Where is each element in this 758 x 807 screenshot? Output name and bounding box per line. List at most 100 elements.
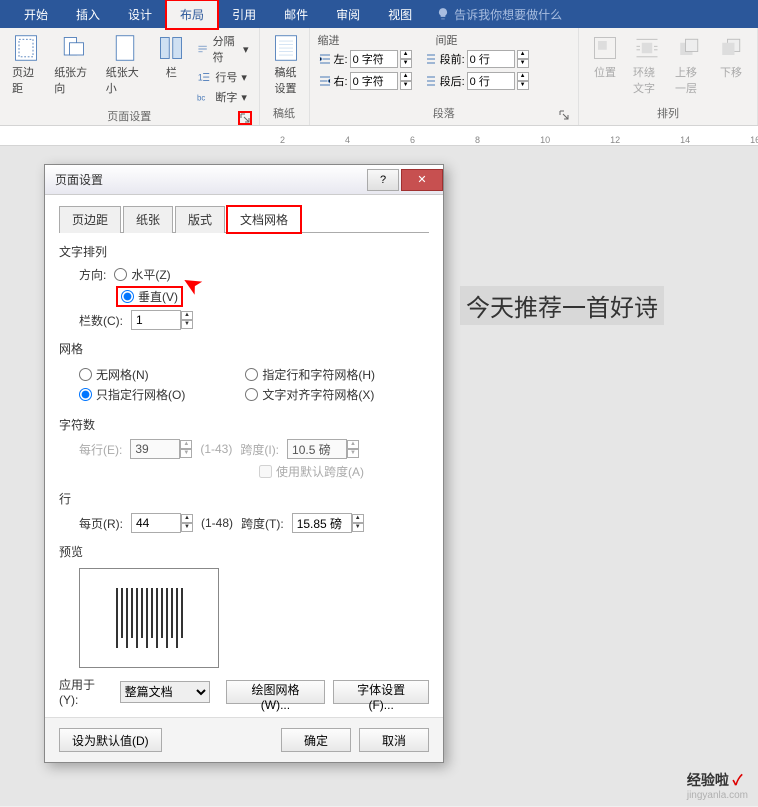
tab-references[interactable]: 引用 xyxy=(218,0,270,29)
set-default-button[interactable]: 设为默认值(D) xyxy=(59,728,162,752)
font-settings-button[interactable]: 字体设置(F)... xyxy=(333,680,429,704)
chars-per-line-label: 每行(E): xyxy=(79,441,122,458)
char-pitch-label: 跨度(I): xyxy=(240,441,279,458)
hyphenation-button[interactable]: bc断字 ▾ xyxy=(195,88,250,106)
group-label-manuscript: 稿纸 xyxy=(268,103,301,123)
lines-per-page-input[interactable] xyxy=(131,513,181,533)
indent-left-label: 左: xyxy=(334,51,348,67)
close-button[interactable]: ✕ xyxy=(401,169,443,191)
section-lines: 行 xyxy=(59,490,429,507)
tab-mail[interactable]: 邮件 xyxy=(270,0,322,29)
ribbon-tabs: 开始 插入 设计 布局 引用 邮件 审阅 视图 告诉我你想要做什么 xyxy=(0,0,758,28)
space-after-label: 段后: xyxy=(440,73,465,89)
tab-start[interactable]: 开始 xyxy=(10,0,62,29)
ruler: 24681012141618 xyxy=(0,126,758,146)
section-text-layout: 文字排列 xyxy=(59,243,429,260)
tab-review[interactable]: 审阅 xyxy=(322,0,374,29)
ribbon-body: 页边距 纸张方向 纸张大小 栏 分隔符 ▾ 1行号 ▾ bc断字 ▾ 页面设置 xyxy=(0,28,758,126)
backward-icon xyxy=(717,34,745,62)
radio-lines-chars[interactable]: 指定行和字符网格(H) xyxy=(245,366,375,383)
radio-lines-only[interactable]: 只指定行网格(O) xyxy=(79,386,185,403)
manuscript-icon xyxy=(272,34,300,62)
dialog-titlebar[interactable]: 页面设置 ? ✕ xyxy=(45,165,443,195)
draw-grid-button[interactable]: 绘图网格(W)... xyxy=(226,680,326,704)
svg-text:1: 1 xyxy=(198,73,203,83)
ok-button[interactable]: 确定 xyxy=(281,728,351,752)
send-backward-button[interactable]: 下移 xyxy=(713,32,749,82)
char-pitch-spinner: ▲▼ xyxy=(347,440,359,458)
radio-horizontal[interactable]: 水平(Z) xyxy=(114,266,170,283)
space-after-icon xyxy=(424,74,438,88)
lines-spinner[interactable]: ▲▼ xyxy=(181,514,193,532)
help-button[interactable]: ? xyxy=(367,169,399,191)
chars-spinner: ▲▼ xyxy=(180,440,192,458)
radio-vertical[interactable]: 垂直(V) xyxy=(117,287,182,306)
dlg-tab-grid[interactable]: 文档网格 xyxy=(227,206,301,233)
apply-to-label: 应用于(Y): xyxy=(59,676,112,707)
indent-left-spinner[interactable]: ▲▼ xyxy=(400,50,412,68)
svg-text:bc: bc xyxy=(197,94,205,103)
dlg-tab-layout[interactable]: 版式 xyxy=(175,206,225,233)
line-pitch-spinner[interactable]: ▲▼ xyxy=(352,514,364,532)
position-button[interactable]: 位置 xyxy=(587,32,623,82)
space-before-spinner[interactable]: ▲▼ xyxy=(517,50,529,68)
section-chars: 字符数 xyxy=(59,416,429,433)
group-arrange: 位置 环绕文字 上移一层 下移 排列 xyxy=(579,28,758,125)
indent-right-spinner[interactable]: ▲▼ xyxy=(400,72,412,90)
space-after-spinner[interactable]: ▲▼ xyxy=(517,72,529,90)
columns-button[interactable]: 栏 xyxy=(153,32,189,82)
indent-right-input[interactable] xyxy=(350,72,398,90)
breaks-button[interactable]: 分隔符 ▾ xyxy=(195,32,250,66)
apply-to-select[interactable]: 整篇文档 xyxy=(120,681,210,703)
indent-left-icon xyxy=(318,52,332,66)
manuscript-button[interactable]: 稿纸 设置 xyxy=(268,32,304,98)
radio-no-grid[interactable]: 无网格(N) xyxy=(79,366,185,383)
lightbulb-icon xyxy=(436,7,450,21)
columns-spinner[interactable]: ▲▼ xyxy=(181,311,193,329)
dlg-tab-paper[interactable]: 纸张 xyxy=(123,206,173,233)
dlg-tab-margins[interactable]: 页边距 xyxy=(59,206,121,233)
document-text[interactable]: 今天推荐一首好诗 xyxy=(460,286,664,325)
size-button[interactable]: 纸张大小 xyxy=(102,32,148,98)
wrap-button[interactable]: 环绕文字 xyxy=(629,32,665,98)
group-paragraph: 缩进 间距 左: ▲▼ 段前: ▲▼ 右: ▲▼ 段后: xyxy=(310,28,579,125)
columns-input[interactable] xyxy=(131,310,181,330)
space-after-input[interactable] xyxy=(467,72,515,90)
group-label-arrange: 排列 xyxy=(587,103,749,123)
line-pitch-input[interactable] xyxy=(292,513,352,533)
line-numbers-button[interactable]: 1行号 ▾ xyxy=(195,68,250,86)
position-icon xyxy=(591,34,619,62)
space-before-label: 段前: xyxy=(440,51,465,67)
lines-per-page-label: 每页(R): xyxy=(79,515,123,532)
space-before-input[interactable] xyxy=(467,50,515,68)
orientation-icon xyxy=(59,34,87,62)
launcher-icon xyxy=(239,112,251,124)
dialog-tabs: 页边距 纸张 版式 文档网格 xyxy=(59,205,429,233)
paragraph-dialog-launcher[interactable] xyxy=(558,109,570,121)
tell-me[interactable]: 告诉我你想要做什么 xyxy=(436,6,562,23)
page-setup-dialog-launcher[interactable] xyxy=(239,112,251,124)
indent-right-label: 右: xyxy=(334,73,348,89)
lines-range: (1-48) xyxy=(201,516,233,530)
margins-button[interactable]: 页边距 xyxy=(8,32,44,98)
size-icon xyxy=(111,34,139,62)
space-before-icon xyxy=(424,52,438,66)
radio-align-chars[interactable]: 文字对齐字符网格(X) xyxy=(245,386,375,403)
columns-label: 栏数(C): xyxy=(79,312,123,329)
group-page-setup: 页边距 纸张方向 纸张大小 栏 分隔符 ▾ 1行号 ▾ bc断字 ▾ 页面设置 xyxy=(0,28,260,125)
hyphenation-icon: bc xyxy=(197,90,211,104)
char-pitch-input xyxy=(287,439,347,459)
group-label-paragraph: 段落 xyxy=(318,103,570,123)
orientation-button[interactable]: 纸张方向 xyxy=(50,32,96,98)
line-pitch-label: 跨度(T): xyxy=(241,515,284,532)
indent-header: 缩进 xyxy=(318,32,340,48)
tab-design[interactable]: 设计 xyxy=(114,0,166,29)
tab-layout[interactable]: 布局 xyxy=(166,0,218,29)
tab-view[interactable]: 视图 xyxy=(374,0,426,29)
bring-forward-button[interactable]: 上移一层 xyxy=(671,32,707,98)
tab-insert[interactable]: 插入 xyxy=(62,0,114,29)
indent-left-input[interactable] xyxy=(350,50,398,68)
watermark: 经验啦 ✓ jingyanla.com xyxy=(687,770,748,801)
group-manuscript: 稿纸 设置 稿纸 xyxy=(260,28,310,125)
cancel-button[interactable]: 取消 xyxy=(359,728,429,752)
